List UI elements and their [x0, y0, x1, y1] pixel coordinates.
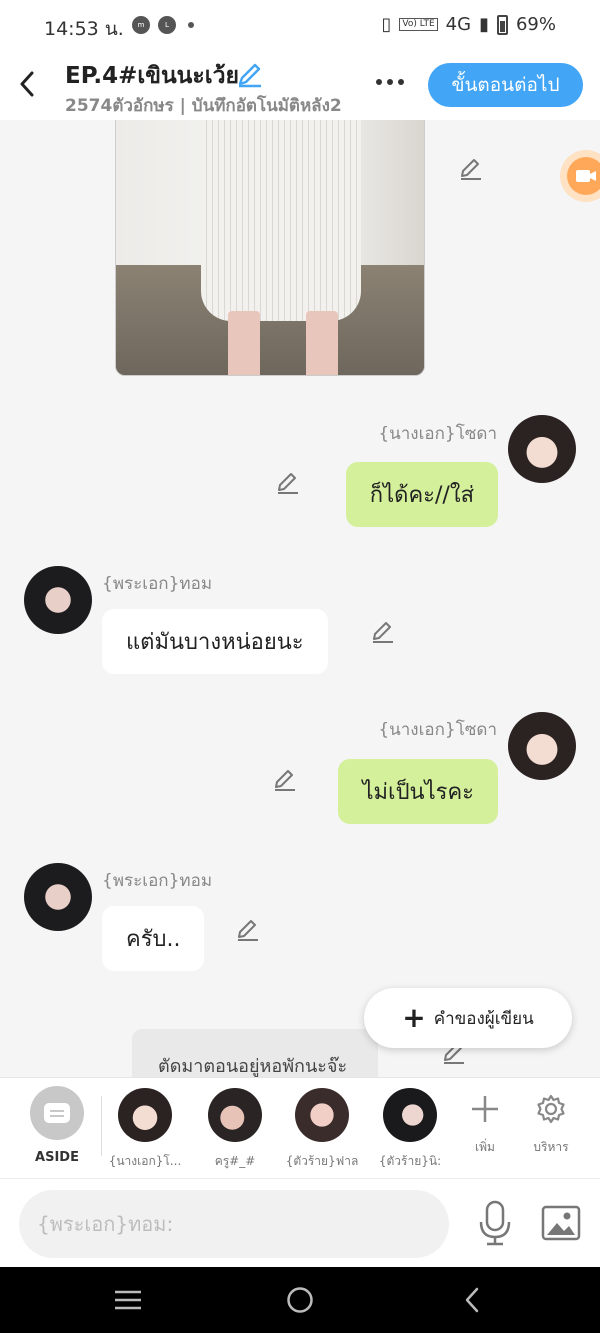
input-bar	[0, 1178, 600, 1267]
volte-icon: Vo) LTE	[399, 18, 438, 31]
sender-name: {พระเอก}ทอม	[102, 871, 213, 891]
edit-title-icon[interactable]	[236, 60, 264, 88]
battery-percent: 69%	[515, 14, 556, 35]
dot-icon	[398, 79, 404, 85]
avatar-hero[interactable]	[24, 566, 92, 634]
character-avatar	[208, 1088, 262, 1142]
sender-name: {นางเอก}โซดา	[378, 720, 497, 740]
edit-pencil-icon[interactable]	[235, 917, 261, 943]
home-button[interactable]	[280, 1285, 320, 1315]
plus-icon	[455, 1090, 515, 1128]
aside-selector[interactable]: ASIDE	[22, 1086, 92, 1165]
character-bar: ASIDE {นางเอก}โ... ครู#_# {ตัวร้าย}ฟาล {…	[0, 1077, 600, 1178]
character-avatar	[295, 1088, 349, 1142]
microphone-button[interactable]	[474, 1199, 516, 1247]
line-app-icon: L	[158, 16, 176, 34]
chevron-left-icon	[465, 1287, 479, 1313]
chat-area[interactable]: {นางเอก}โซดา ก็ได้คะ//ใส่ {พระเอก}ทอม แต…	[0, 120, 600, 1077]
status-bar: 14:53 น. m L ▯ Vo) LTE 4G ▮ 69%	[0, 0, 600, 50]
photo-shirt	[201, 120, 361, 321]
menu-icon	[115, 1290, 141, 1310]
aside-icon	[30, 1086, 84, 1140]
aside-message[interactable]: ตัดมาตอนอยู่หอพักนะจ๊ะ	[132, 1029, 378, 1077]
system-nav-bar	[0, 1267, 600, 1333]
more-notifications-icon	[188, 22, 194, 28]
home-circle-icon	[287, 1287, 313, 1313]
dot-icon	[387, 79, 393, 85]
floating-record-button[interactable]	[560, 150, 600, 202]
add-label: เพิ่ม	[475, 1140, 495, 1154]
network-type: 4G	[445, 14, 472, 35]
battery-icon	[496, 14, 508, 35]
aside-label: ASIDE	[35, 1150, 79, 1165]
character-heroine[interactable]: {นางเอก}โ...	[105, 1088, 185, 1171]
status-time: 14:53 น.	[44, 18, 124, 40]
character-label: {ตัวร้าย}นิ:	[378, 1154, 442, 1168]
add-character-button[interactable]: เพิ่ม	[455, 1090, 515, 1157]
message-bubble-mine[interactable]: ไม่เป็นไรคะ	[338, 759, 498, 824]
message-bubble-theirs[interactable]: แต่มันบางหน่อยนะ	[102, 609, 328, 674]
video-camera-icon	[567, 157, 600, 195]
character-avatar	[118, 1088, 172, 1142]
sender-name: {นางเอก}โซดา	[378, 424, 497, 444]
episode-title: EP.4#เขินนะเว้ย	[65, 63, 239, 89]
message-photo[interactable]	[115, 120, 425, 376]
signal-icon: ▮	[479, 14, 489, 35]
gear-icon	[521, 1090, 581, 1128]
character-teacher[interactable]: ครู#_#	[195, 1088, 275, 1171]
avatar-heroine[interactable]	[508, 415, 576, 483]
image-upload-button[interactable]	[540, 1203, 582, 1243]
recent-apps-button[interactable]	[108, 1285, 148, 1315]
character-label: {ตัวร้าย}ฟาล	[285, 1154, 359, 1168]
divider	[101, 1096, 102, 1156]
more-options-button[interactable]	[370, 70, 410, 94]
manage-label: บริหาร	[533, 1140, 569, 1154]
edit-pencil-icon[interactable]	[458, 156, 484, 182]
edit-pencil-icon[interactable]	[272, 767, 298, 793]
message-bubble-mine[interactable]: ก็ได้คะ//ใส่	[345, 462, 498, 527]
chevron-left-icon	[20, 71, 34, 97]
message-input[interactable]	[19, 1190, 449, 1258]
edit-pencil-icon[interactable]	[370, 619, 396, 645]
system-indicators: ▯ Vo) LTE 4G ▮ 69%	[381, 14, 556, 35]
character-villain-1[interactable]: {ตัวร้าย}ฟาล	[282, 1088, 362, 1171]
message-bubble-theirs[interactable]: ครับ..	[102, 906, 205, 971]
dot-icon	[376, 79, 382, 85]
manage-characters-button[interactable]: บริหาร	[521, 1090, 581, 1157]
plus-icon: +	[402, 1001, 426, 1034]
notification-icons: m L	[132, 16, 194, 34]
avatar-heroine[interactable]	[508, 712, 576, 780]
character-avatar	[383, 1088, 437, 1142]
character-label: ครู#_#	[214, 1154, 256, 1168]
character-label: {นางเอก}โ...	[108, 1154, 182, 1168]
system-back-button[interactable]	[452, 1285, 492, 1315]
back-button[interactable]	[14, 68, 40, 100]
author-note-button[interactable]: + คำของผู้เขียน	[364, 988, 572, 1048]
microphone-icon	[479, 1200, 511, 1246]
sender-name: {พระเอก}ทอม	[102, 574, 213, 594]
edit-pencil-icon[interactable]	[275, 470, 301, 496]
episode-header: EP.4#เขินนะเว้ย 2574ตัวอักษร | บันทึกอัต…	[0, 50, 600, 120]
photo-leg	[306, 311, 338, 375]
vibrate-icon: ▯	[381, 14, 392, 35]
messenger-icon: m	[132, 16, 150, 34]
next-step-button[interactable]: ขั้นตอนต่อไป	[428, 63, 583, 107]
episode-subtitle: 2574ตัวอักษร | บันทึกอัตโนมัติหลัง2	[65, 96, 342, 116]
character-villain-2[interactable]: {ตัวร้าย}นิ:	[370, 1088, 450, 1171]
author-note-label: คำของผู้เขียน	[433, 1008, 534, 1029]
image-icon	[541, 1205, 581, 1241]
photo-leg	[228, 311, 260, 375]
avatar-hero[interactable]	[24, 863, 92, 931]
